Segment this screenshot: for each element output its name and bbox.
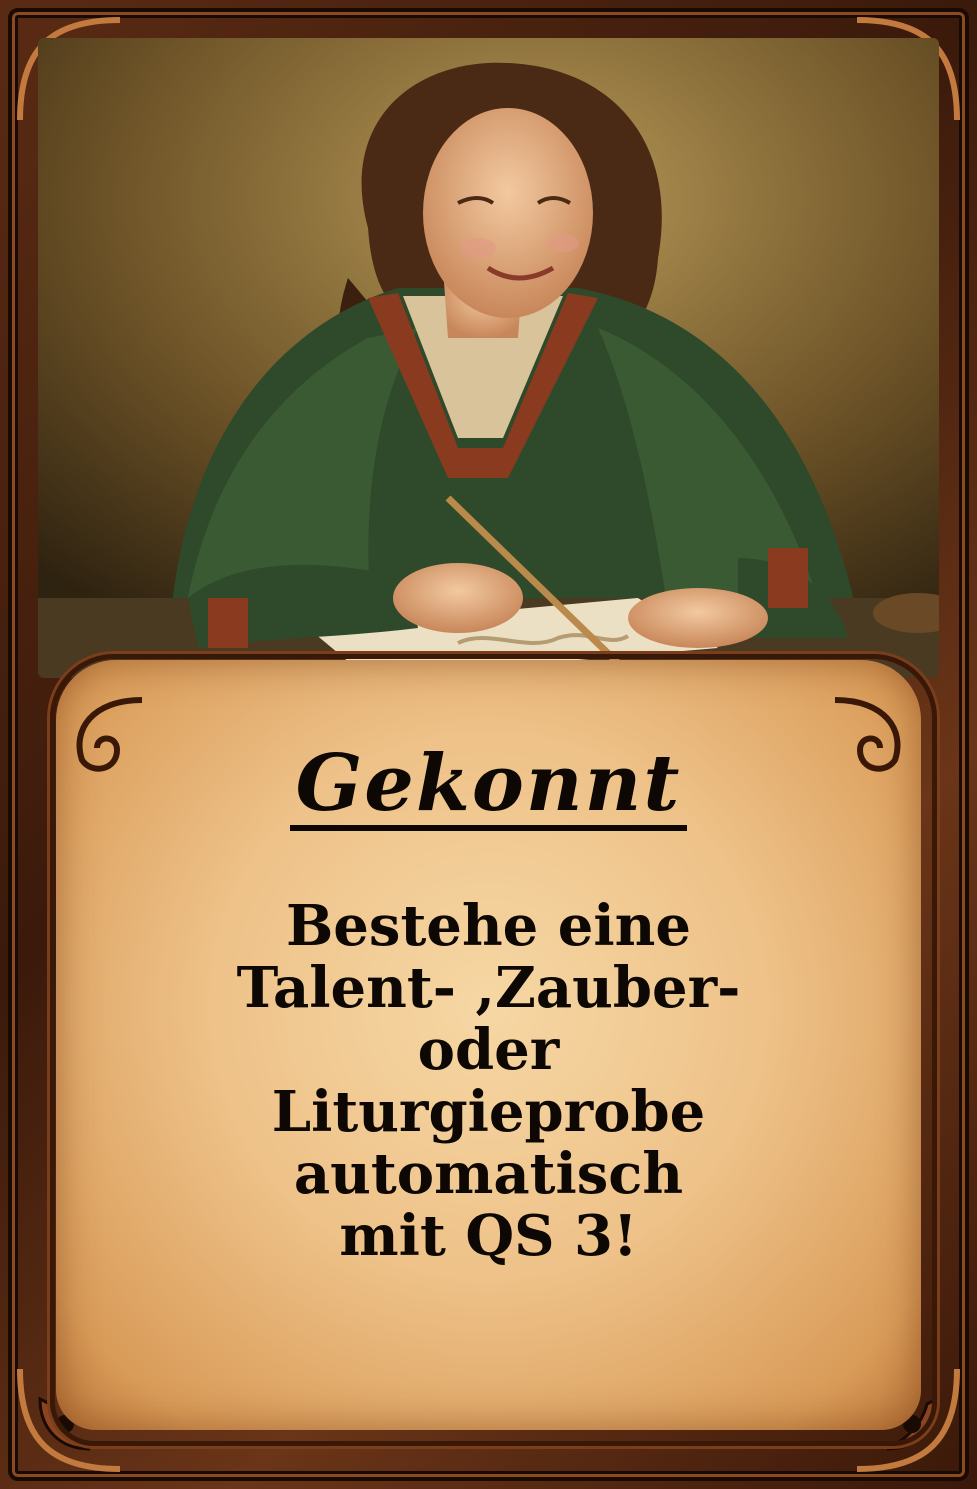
woman-drawing-icon <box>38 38 939 678</box>
card: Gekonnt Bestehe eine Talent- ,Zauber- od… <box>0 0 977 1489</box>
rules-line: Liturgieprobe <box>271 1079 706 1145</box>
card-title: Gekonnt <box>0 738 977 831</box>
card-illustration <box>38 38 939 678</box>
rules-line: Bestehe eine <box>285 893 692 959</box>
card-rules-text: Bestehe eine Talent- ,Zauber- oder Litur… <box>100 895 877 1267</box>
rules-line: automatisch <box>293 1141 684 1207</box>
rules-line: oder <box>417 1017 560 1083</box>
rules-line: Talent- ,Zauber- <box>236 955 741 1021</box>
rules-line: mit QS 3! <box>339 1203 638 1269</box>
